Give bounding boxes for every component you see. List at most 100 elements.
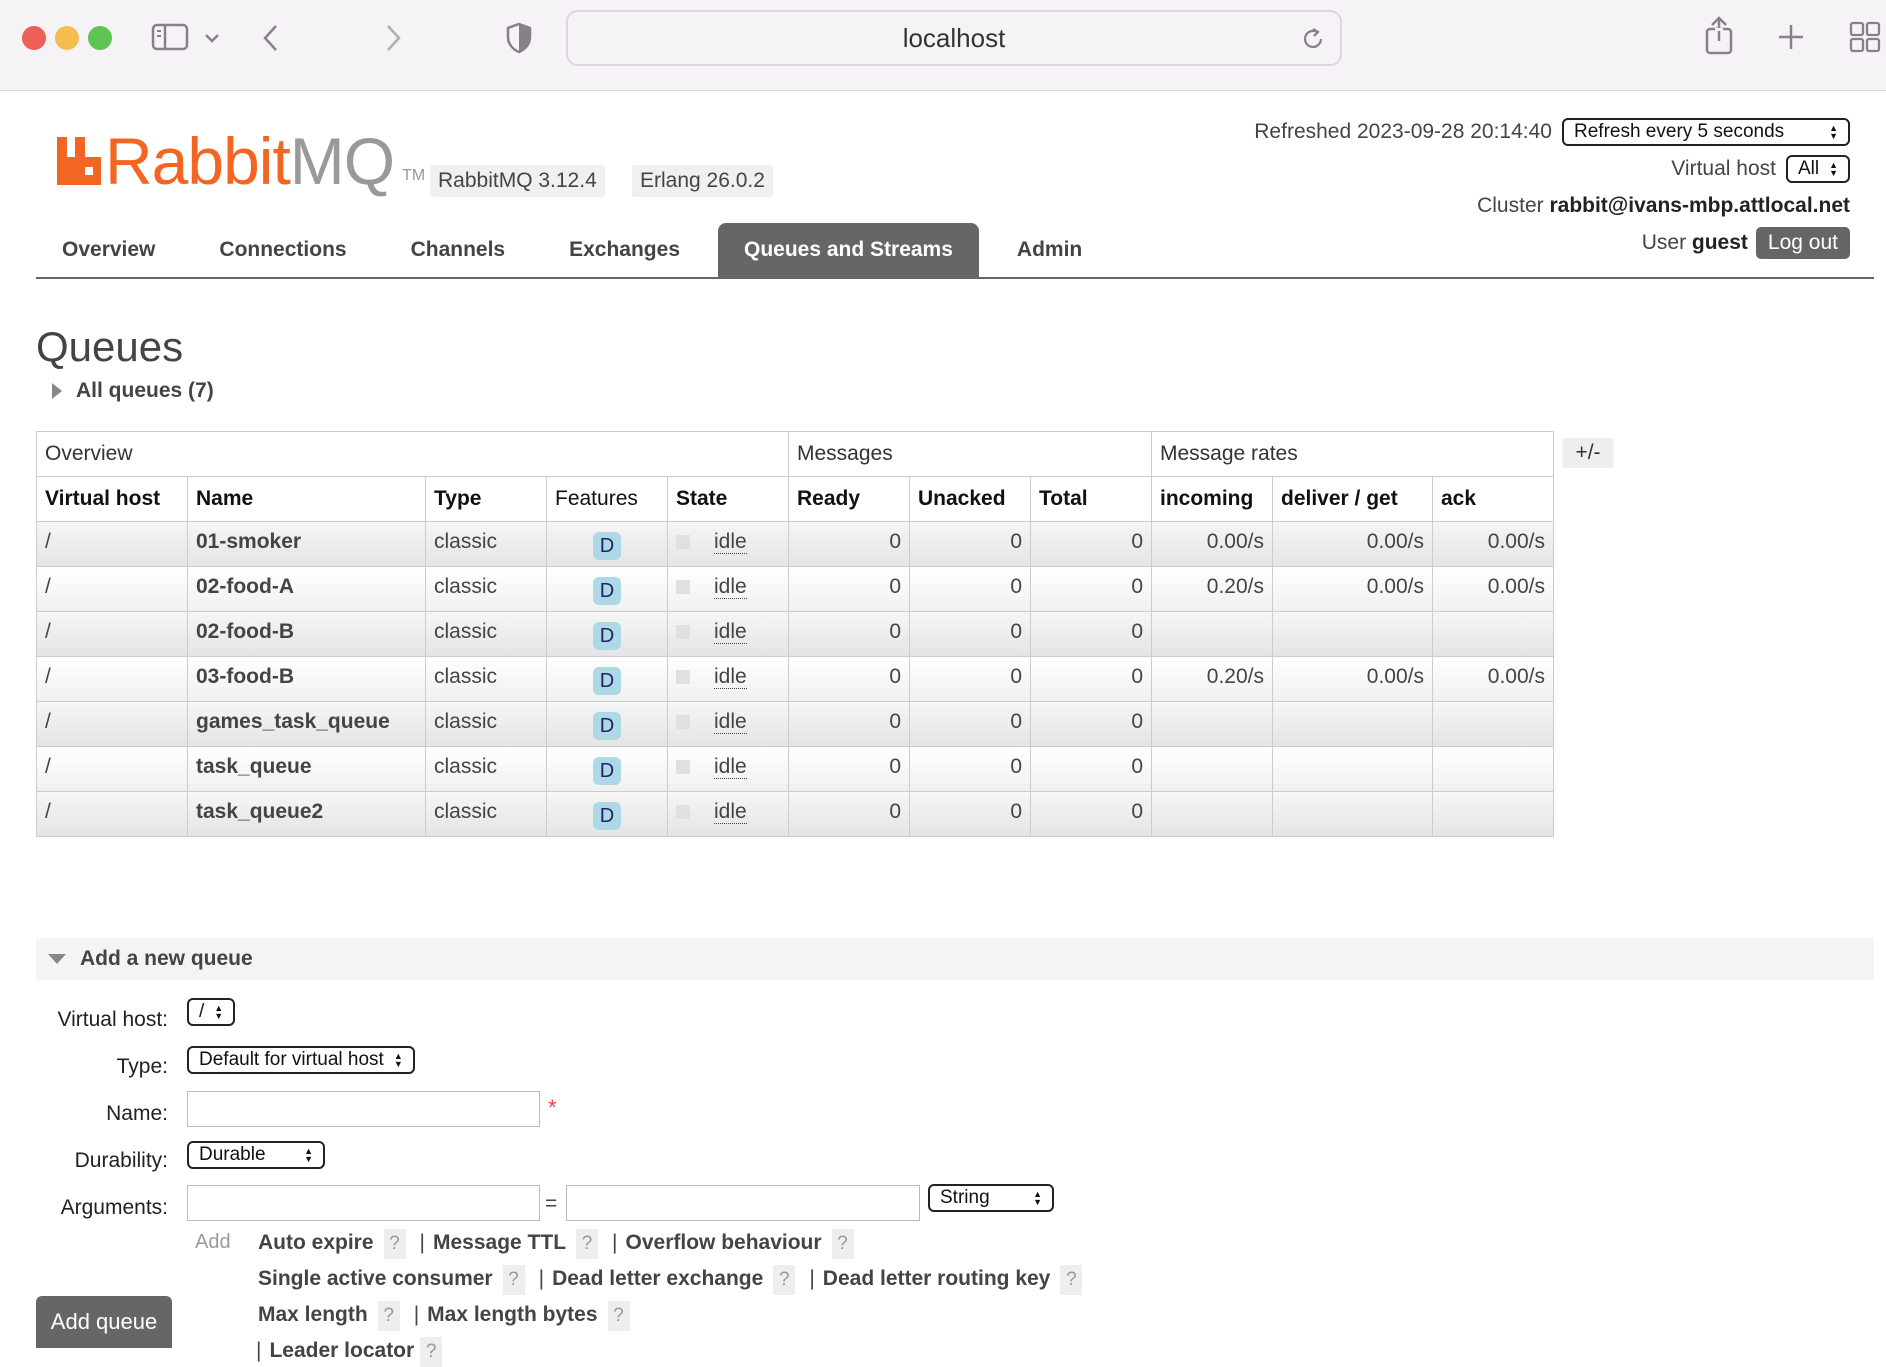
close-window-button[interactable] [22,26,46,50]
cell-deliver-get-rate [1272,791,1433,837]
column-header-unacked[interactable]: Unacked [909,476,1031,522]
cell-ready: 0 [788,611,910,657]
name-field-input[interactable] [187,1091,540,1127]
queue-name-link[interactable]: games_task_queue [187,701,426,747]
separator: | [256,1339,262,1362]
table-row[interactable]: / task_queue2 classic Didle 0 0 0 [36,791,1554,837]
table-row[interactable]: /02-food-A classic Didle 0 0 0 0.20/s 0.00/s 0.0… [36,566,1554,612]
queue-name-link[interactable]: 01-smoker [187,521,426,567]
argument-link-auto-expire[interactable]: Auto expire [258,1231,374,1254]
select-arrows-icon: ▲ ▼ [1033,1189,1042,1207]
new-tab-icon[interactable] [1774,20,1808,54]
cell-incoming-rate: 0.20/s [1151,566,1273,612]
argument-link-max-length[interactable]: Max length [258,1303,368,1326]
forward-arrow-icon[interactable] [378,20,408,56]
column-header-name[interactable]: Name [187,476,426,522]
help-button[interactable]: ? [1060,1265,1083,1295]
address-bar[interactable]: localhost [566,10,1342,66]
chevron-down-icon[interactable] [200,26,224,50]
select-arrows-icon: ▲ ▼ [214,1003,224,1021]
tab-overview-icon[interactable] [1848,20,1882,54]
help-button[interactable]: ? [502,1265,525,1295]
maximize-window-button[interactable] [88,26,112,50]
table-row[interactable]: /02-food-B classic Didle 0 0 0 [36,611,1554,657]
tab-channels[interactable]: Channels [385,223,532,277]
logo-text-rabbit: Rabbit [105,124,291,198]
tab-connections[interactable]: Connections [193,223,372,277]
tab-overview[interactable]: Overview [36,223,181,277]
group-header-messages: Messages [788,431,1152,477]
add-queue-button[interactable]: Add queue [36,1296,172,1348]
separator: | [419,1231,425,1254]
state-indicator-icon [676,535,690,550]
table-row[interactable]: / games_task_queue classic Didle 0 0 0 [36,701,1554,747]
argument-key-input[interactable] [187,1185,540,1221]
column-header-type[interactable]: Type [425,476,547,522]
durability-field-label: Durability: [74,1149,168,1172]
logo-text-mq: MQ [289,124,395,198]
column-header-state[interactable]: State [667,476,789,522]
column-header-incoming[interactable]: incoming [1151,476,1273,522]
rabbit-logo-icon [57,137,101,185]
help-button[interactable]: ? [607,1301,630,1331]
column-header-total[interactable]: Total [1030,476,1152,522]
argument-link-dead-letter-exchange[interactable]: Dead letter exchange [552,1267,763,1290]
argument-link-max-length-bytes[interactable]: Max length bytes [427,1303,597,1326]
reload-icon[interactable] [1300,26,1326,59]
argument-link-single-active-consumer[interactable]: Single active consumer [258,1267,493,1290]
queue-name-link[interactable]: 03-food-B [187,656,426,702]
queue-name-link[interactable]: 02-food-B [187,611,426,657]
column-header-ack[interactable]: ack [1432,476,1554,522]
help-button[interactable]: ? [831,1229,854,1259]
durable-badge: D [593,622,621,650]
column-header-features: Features [546,476,668,522]
help-button[interactable]: ? [576,1229,599,1259]
tab-queues-and-streams[interactable]: Queues and Streams [718,223,979,277]
argument-link-overflow-behaviour[interactable]: Overflow behaviour [626,1231,822,1254]
cell-total: 0 [1030,521,1152,567]
argument-value-input[interactable] [566,1185,920,1221]
minimize-window-button[interactable] [55,26,79,50]
rabbitmq-logo[interactable]: Rabbit MQ TM [55,124,426,198]
queue-name-link[interactable]: 02-food-A [187,566,426,612]
durability-field-select[interactable]: Durable ▲ ▼ [187,1141,325,1169]
page-title: Queues [36,323,184,370]
state-text: idle [714,575,747,599]
argument-type-select[interactable]: String ▲ ▼ [928,1184,1054,1212]
toggle-columns-button[interactable]: +/- [1563,438,1613,468]
table-row[interactable]: /03-food-B classic Didle 0 0 0 0.20/s 0.00/s 0.0… [36,656,1554,702]
sidebar-toggle-icon[interactable] [150,20,190,54]
queue-name-link[interactable]: task_queue [187,746,426,792]
cell-vhost: / [36,656,188,702]
durable-badge: D [593,577,621,605]
column-header-deliver-get[interactable]: deliver / get [1272,476,1433,522]
help-button[interactable]: ? [420,1337,443,1367]
refresh-interval-select[interactable]: Refresh every 5 seconds ▲ ▼ [1562,117,1850,146]
help-button[interactable]: ? [383,1229,406,1259]
cell-total: 0 [1030,656,1152,702]
type-field-select[interactable]: Default for virtual host ▲ ▼ [187,1046,415,1074]
tab-admin[interactable]: Admin [991,223,1108,277]
state-text: idle [714,800,747,824]
share-icon[interactable] [1702,14,1736,56]
argument-link-dead-letter-routing-key[interactable]: Dead letter routing key [823,1267,1051,1290]
argument-link-message-ttl[interactable]: Message TTL [433,1231,566,1254]
help-button[interactable]: ? [773,1265,796,1295]
all-queues-toggle[interactable]: All queues (7) [52,379,214,403]
cell-unacked: 0 [909,611,1031,657]
add-queue-section-toggle[interactable]: Add a new queue [36,938,1874,980]
vhost-select[interactable]: All ▲ ▼ [1785,154,1850,183]
help-button[interactable]: ? [377,1301,400,1331]
column-header-virtual-host[interactable]: Virtual host [36,476,188,522]
logo-trademark: TM [402,167,426,184]
vhost-field-select[interactable]: / ▲ ▼ [187,998,236,1026]
column-header-ready[interactable]: Ready [788,476,910,522]
tab-exchanges[interactable]: Exchanges [543,223,706,277]
table-row[interactable]: / task_queue classic Didle 0 0 0 [36,746,1554,792]
cell-features: D [546,791,668,837]
table-row[interactable]: /01-smoker classic Didle 0 0 0 0.00/s 0.00/s 0.0… [36,521,1554,567]
argument-link-leader-locator[interactable]: Leader locator [269,1339,414,1362]
back-arrow-icon[interactable] [256,20,286,56]
shield-icon[interactable] [502,20,536,56]
queue-name-link[interactable]: task_queue2 [187,791,426,837]
